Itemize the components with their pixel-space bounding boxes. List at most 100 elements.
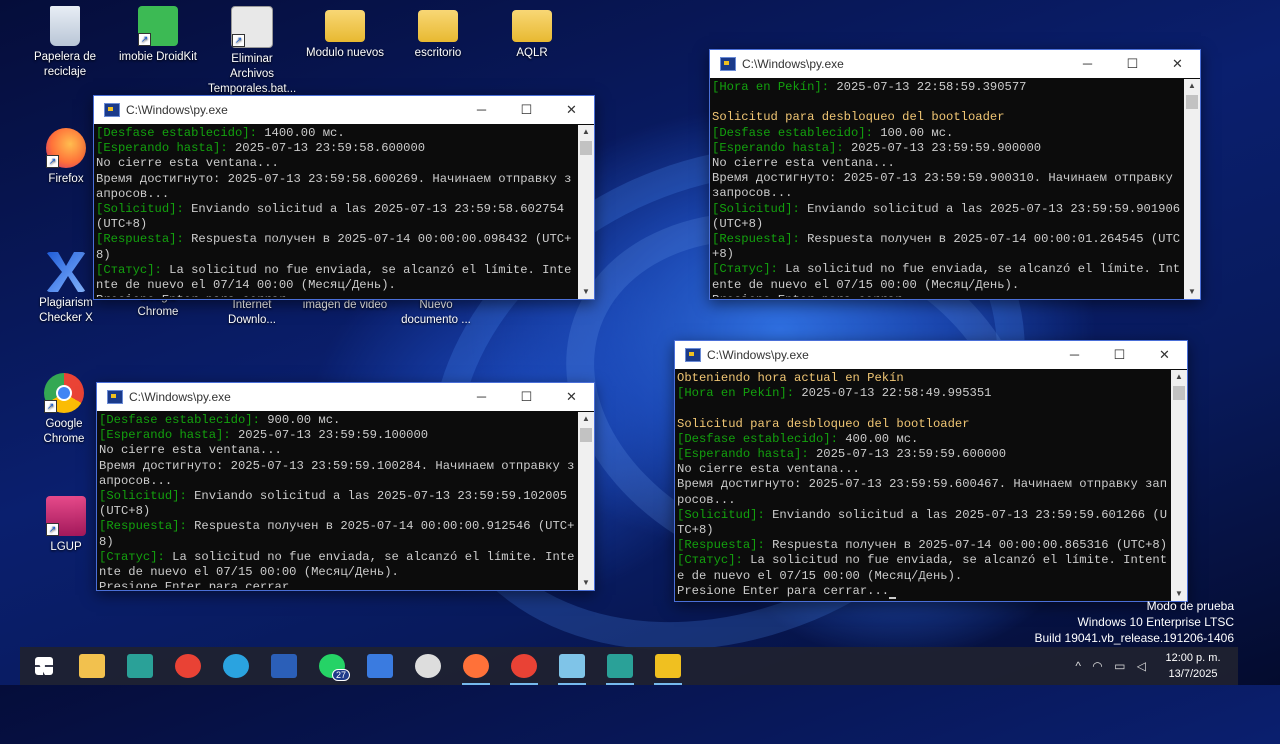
scroll-up-icon[interactable]: ▲ xyxy=(1171,370,1187,384)
close-button[interactable]: ✕ xyxy=(549,383,594,411)
title-bar[interactable]: C:\Windows\py.exe ─ ☐ ✕ xyxy=(710,50,1200,78)
taskbar-button[interactable] xyxy=(548,647,596,685)
console-line: No cierre esta ventana... xyxy=(96,156,576,171)
recycle-bin-icon xyxy=(50,6,80,46)
desktop-icon-modulo-nuevos[interactable]: Modulo nuevos xyxy=(305,6,385,61)
desktop-icon-droidkit[interactable]: ↗ imobie DroidKit xyxy=(118,6,198,65)
console-line: [Solicitud]: Enviando solicitud a las 20… xyxy=(677,508,1169,538)
minimize-button[interactable]: ─ xyxy=(459,96,504,124)
scroll-thumb[interactable] xyxy=(580,141,592,155)
taskbar-button[interactable] xyxy=(452,647,500,685)
taskbar-button[interactable]: 27 xyxy=(308,647,356,685)
console-label: [Hora en Pekín]: xyxy=(677,386,795,401)
console-window-4[interactable]: C:\Windows\py.exe ─ ☐ ✕ Obteniendo hora … xyxy=(674,340,1188,602)
title-bar[interactable]: C:\Windows\py.exe ─ ☐ ✕ xyxy=(94,96,594,124)
console-text: Время достигнуто: 2025-07-13 23:59:59.90… xyxy=(712,171,1181,201)
desktop-icon-eliminar-archivos[interactable]: ↗ Eliminar Archivos Temporales.bat... xyxy=(208,6,296,97)
console-line: [Desfase establecido]: 400.00 мс. xyxy=(677,432,1169,447)
scroll-down-icon[interactable]: ▼ xyxy=(578,285,594,299)
console-line: [Respuesta]: Respuesta получен в 2025-07… xyxy=(712,232,1182,262)
console-label: [Respuesta]: xyxy=(99,519,187,534)
clock[interactable]: 12:00 p. m. 13/7/2025 xyxy=(1158,650,1228,682)
title-bar[interactable]: C:\Windows\py.exe ─ ☐ ✕ xyxy=(675,341,1187,369)
taskbar-button[interactable] xyxy=(404,647,452,685)
console-line: Presione Enter para cerrar... xyxy=(712,293,1182,297)
desktop-icon-nuevo-documento[interactable]: Nuevo documento ... xyxy=(396,298,476,328)
desktop-icon-google-chrome-2[interactable]: ↗ Google Chrome xyxy=(24,373,104,447)
close-button[interactable]: ✕ xyxy=(1142,341,1187,369)
system-tray: ^ ◠ ▭ ◁ 12:00 p. m. 13/7/2025 xyxy=(1075,647,1228,685)
desktop-icon-lgup[interactable]: ↗ LGUP xyxy=(26,496,106,555)
console-label: [Статус]: xyxy=(712,262,778,277)
console-label: [Esperando hasta]: xyxy=(712,140,844,155)
console-line: [Desfase establecido]: 900.00 мс. xyxy=(99,413,576,428)
scrollbar[interactable]: ▲ ▼ xyxy=(1171,370,1187,601)
firefox-icon xyxy=(463,654,489,678)
console-window-2[interactable]: C:\Windows\py.exe ─ ☐ ✕ [Hora en Pekín]:… xyxy=(709,49,1201,300)
firefox-icon: ↗ xyxy=(46,128,86,168)
scroll-up-icon[interactable]: ▲ xyxy=(1184,79,1200,93)
close-button[interactable]: ✕ xyxy=(549,96,594,124)
desktop-icon-escritorio[interactable]: escritorio xyxy=(398,6,478,61)
taskbar-button[interactable] xyxy=(260,647,308,685)
maximize-button[interactable]: ☐ xyxy=(504,96,549,124)
scroll-up-icon[interactable]: ▲ xyxy=(578,412,594,426)
taskbar-button[interactable] xyxy=(68,647,116,685)
scroll-down-icon[interactable]: ▼ xyxy=(578,576,594,590)
file-explorer-icon xyxy=(79,654,105,678)
console-text: 2025-07-13 23:59:59.100000 xyxy=(230,428,429,443)
tray-icons[interactable]: ^ ◠ ▭ ◁ xyxy=(1075,659,1150,673)
desktop-icon-imagen-de-video[interactable]: imagen de video xyxy=(300,298,390,313)
console-line: [Respuesta]: Respuesta получен в 2025-07… xyxy=(677,538,1169,553)
python-icon xyxy=(655,654,681,678)
console-line xyxy=(712,95,1182,110)
desktop-icon-recycle-bin[interactable]: Papelera de reciclaje xyxy=(25,6,105,80)
console-line: [Desfase establecido]: 100.00 мс. xyxy=(712,126,1182,141)
test-mode-watermark: Modo de prueba Windows 10 Enterprise LTS… xyxy=(1035,598,1235,646)
desktop-icon-aqlr[interactable]: AQLR xyxy=(492,6,572,61)
scrollbar[interactable]: ▲ ▼ xyxy=(578,125,594,299)
close-button[interactable]: ✕ xyxy=(1155,50,1200,78)
taskbar-button[interactable] xyxy=(356,647,404,685)
taskbar-button[interactable] xyxy=(212,647,260,685)
scroll-thumb[interactable] xyxy=(1186,95,1198,109)
maximize-button[interactable]: ☐ xyxy=(1110,50,1155,78)
minimize-button[interactable]: ─ xyxy=(459,383,504,411)
minimize-button[interactable]: ─ xyxy=(1065,50,1110,78)
console-line: [Статус]: La solicitud no fue enviada, s… xyxy=(96,263,576,293)
console-line: [Respuesta]: Respuesta получен в 2025-07… xyxy=(96,232,576,262)
scrollbar[interactable]: ▲ ▼ xyxy=(578,412,594,590)
title-bar[interactable]: C:\Windows\py.exe ─ ☐ ✕ xyxy=(97,383,594,411)
scroll-up-icon[interactable]: ▲ xyxy=(578,125,594,139)
text-cursor xyxy=(924,295,931,297)
console-line: [Esperando hasta]: 2025-07-13 23:59:59.1… xyxy=(99,428,576,443)
minimize-button[interactable]: ─ xyxy=(1052,341,1097,369)
console-text: 100.00 мс. xyxy=(872,125,954,140)
taskbar-button[interactable] xyxy=(644,647,692,685)
maximize-button[interactable]: ☐ xyxy=(504,383,549,411)
taskbar-button[interactable] xyxy=(116,647,164,685)
console-label: [Esperando hasta]: xyxy=(99,428,231,443)
desktop-icon-internet-download[interactable]: Internet Downlo... xyxy=(212,298,292,328)
console-line: [Статус]: La solicitud no fue enviada, s… xyxy=(99,550,576,580)
console-window-1[interactable]: C:\Windows\py.exe ─ ☐ ✕ [Desfase estable… xyxy=(93,95,595,300)
console-window-3[interactable]: C:\Windows\py.exe ─ ☐ ✕ [Desfase estable… xyxy=(96,382,595,591)
console-text: 2025-07-13 22:58:59.390577 xyxy=(829,80,1027,94)
console-output: [Hora en Pekín]: 2025-07-13 22:58:59.390… xyxy=(710,78,1200,297)
taskbar-items: 27 xyxy=(20,647,692,685)
taskbar-button[interactable] xyxy=(20,647,68,685)
watermark-line: Modo de prueba xyxy=(1146,599,1234,613)
scrollbar[interactable]: ▲ ▼ xyxy=(1184,79,1200,299)
maximize-button[interactable]: ☐ xyxy=(1097,341,1142,369)
scroll-down-icon[interactable]: ▼ xyxy=(1184,285,1200,299)
telegram-icon xyxy=(223,654,249,678)
taskbar-button[interactable] xyxy=(164,647,212,685)
taskbar-button[interactable] xyxy=(500,647,548,685)
scroll-thumb[interactable] xyxy=(1173,386,1185,400)
taskbar-button[interactable] xyxy=(596,647,644,685)
plagiarism-checker-icon xyxy=(46,252,86,292)
console-line: [Hora en Pekín]: 2025-07-13 22:58:49.995… xyxy=(677,386,1169,401)
console-text: Время достигнуто: 2025-07-13 23:59:59.60… xyxy=(677,477,1168,507)
scroll-thumb[interactable] xyxy=(580,428,592,442)
